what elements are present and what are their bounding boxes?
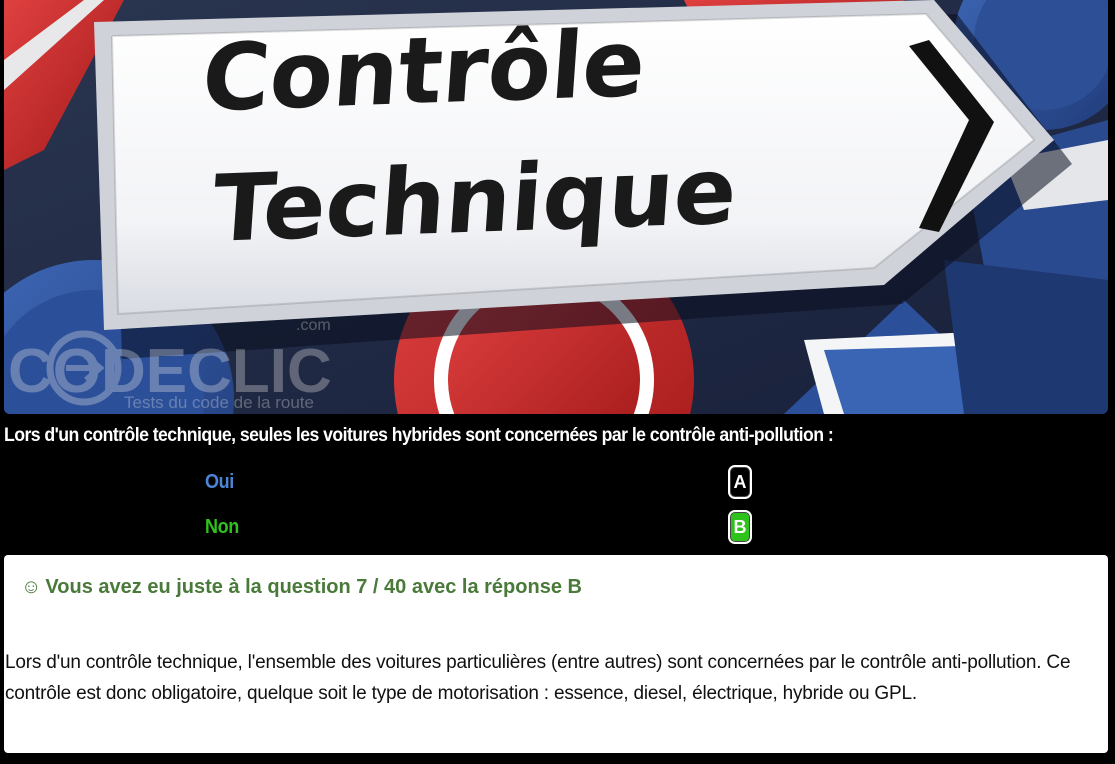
result-title-text: Vous avez eu juste à la question 7 / 40 … — [45, 576, 582, 598]
result-title: ☺ Vous avez eu juste à la question 7 / 40… — [21, 576, 582, 599]
answer-key-b-button[interactable]: B — [728, 510, 752, 544]
answer-option-b[interactable]: Non B — [0, 510, 1115, 546]
smiley-icon: ☺ — [21, 576, 42, 598]
watermark-com: .com — [296, 317, 331, 334]
controle-technique-sign-illustration: Contrôle Technique CODECLIC .com Tests d… — [4, 0, 1108, 414]
watermark-tagline: Tests du code de la route — [124, 393, 314, 412]
answer-label-b[interactable]: Non — [205, 516, 239, 539]
answer-option-a[interactable]: Oui A — [0, 465, 1115, 501]
answer-label-a[interactable]: Oui — [205, 471, 234, 494]
sign-line-1: Contrôle — [199, 9, 649, 132]
hero-image: Contrôle Technique CODECLIC .com Tests d… — [4, 0, 1108, 414]
result-panel: ☺ Vous avez eu juste à la question 7 / 40… — [4, 555, 1108, 753]
result-explanation: Lors d'un contrôle technique, l'ensemble… — [5, 652, 1071, 704]
answer-key-a-button[interactable]: A — [728, 465, 752, 499]
sign-line-2: Technique — [209, 137, 740, 263]
question-text: Lors d'un contrôle technique, seules les… — [4, 425, 834, 446]
